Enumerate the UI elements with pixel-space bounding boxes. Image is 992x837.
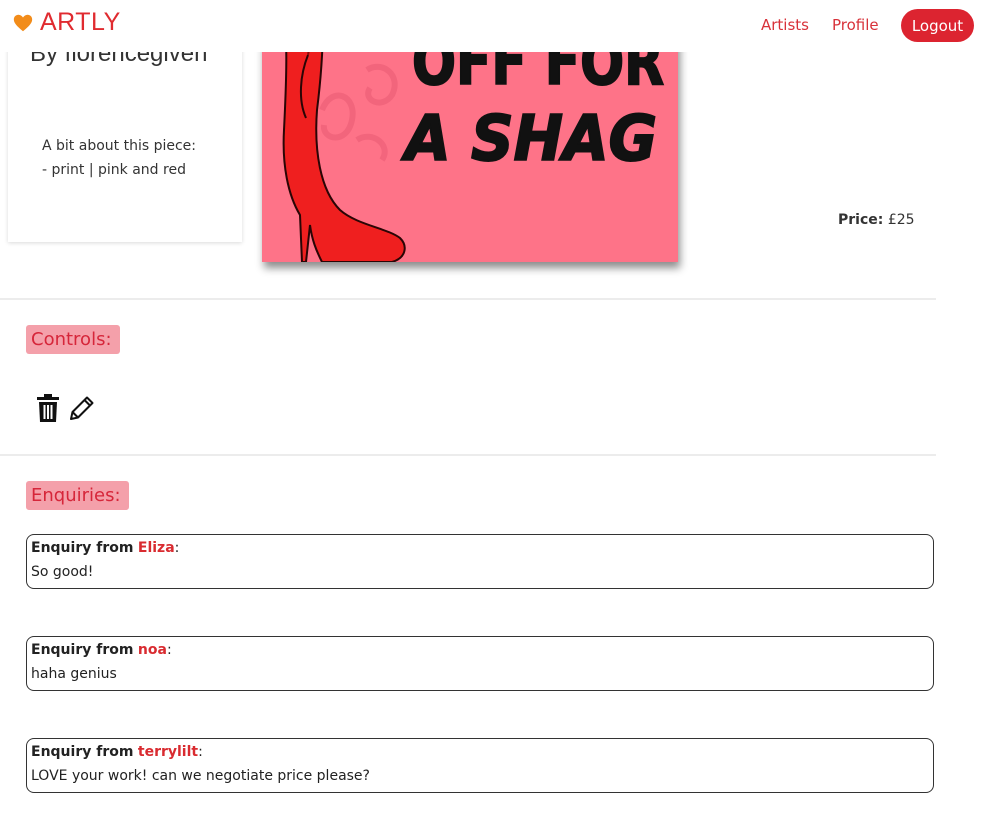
enquiry-sender-link[interactable]: terrylilt bbox=[138, 744, 198, 760]
enquiry-header: Enquiry from terrylilt: bbox=[31, 744, 203, 760]
enquiry-card: Enquiry from Eliza: So good! bbox=[26, 534, 934, 589]
navbar: ARTLY Artists Profile Logout bbox=[0, 0, 992, 52]
enquiry-sender-link[interactable]: noa bbox=[138, 642, 167, 658]
nav-link-profile[interactable]: Profile bbox=[832, 16, 879, 34]
enquiry-header: Enquiry from noa: bbox=[31, 642, 172, 658]
enquiry-header: Enquiry from Eliza: bbox=[31, 540, 180, 556]
artwork-price: Price: £25 bbox=[838, 212, 915, 228]
brand-name: ARTLY bbox=[40, 8, 121, 36]
nav-link-artists[interactable]: Artists bbox=[761, 16, 809, 34]
enquiry-prefix: Enquiry from bbox=[31, 744, 134, 760]
controls-heading: Controls: bbox=[26, 325, 120, 354]
logout-button[interactable]: Logout bbox=[901, 9, 974, 42]
divider bbox=[0, 298, 936, 300]
enquiry-message: haha genius bbox=[31, 666, 117, 682]
divider bbox=[0, 454, 936, 456]
enquiry-prefix: Enquiry from bbox=[31, 540, 134, 556]
price-label: Price: bbox=[838, 212, 884, 228]
artwork-about: A bit about this piece: - print | pink a… bbox=[42, 134, 196, 182]
orange-heart-icon bbox=[13, 14, 33, 31]
enquiry-sender-link[interactable]: Eliza bbox=[138, 540, 175, 556]
artwork-text-line-2: A SHAG bbox=[400, 102, 657, 175]
enquiries-heading: Enquiries: bbox=[26, 481, 129, 510]
trash-icon[interactable] bbox=[36, 394, 60, 422]
enquiry-card: Enquiry from noa: haha genius bbox=[26, 636, 934, 691]
price-value: £25 bbox=[887, 212, 915, 228]
about-detail: - print | pink and red bbox=[42, 162, 186, 178]
enquiry-card: Enquiry from terrylilt: LOVE your work! … bbox=[26, 738, 934, 793]
enquiry-message: LOVE your work! can we negotiate price p… bbox=[31, 768, 370, 784]
enquiry-prefix: Enquiry from bbox=[31, 642, 134, 658]
brand[interactable]: ARTLY bbox=[12, 8, 121, 37]
enquiry-message: So good! bbox=[31, 564, 94, 580]
about-heading: A bit about this piece: bbox=[42, 138, 196, 154]
pencil-icon[interactable] bbox=[69, 395, 95, 421]
